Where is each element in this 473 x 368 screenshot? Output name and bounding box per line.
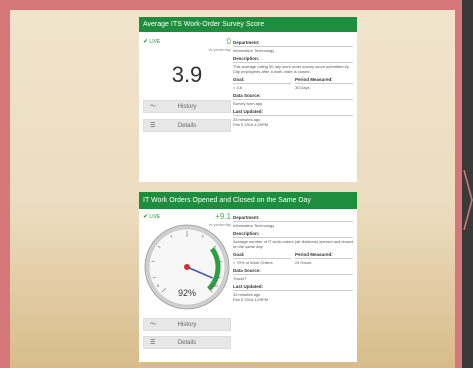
period-field: Period Measured: 30 Days (295, 77, 353, 90)
card-info-panel: Department: Information Technology Descr… (233, 40, 353, 130)
card-title[interactable]: Average ITS Work-Order Survey Score (139, 17, 357, 32)
goal-label: Goal: (233, 77, 291, 84)
source-field: Data Source: TrackIT (233, 268, 353, 281)
department-label: Department: (233, 215, 353, 222)
live-label: LIVE (149, 214, 161, 220)
goal-period-row: Goal: > 3.6 Period Measured: 30 Days (233, 77, 353, 90)
details-label: Details (177, 123, 197, 129)
source-field: Data Source: Survey form app (233, 93, 353, 106)
description-label: Description: (233, 231, 353, 238)
history-label: History (177, 104, 197, 110)
gauge-hub (184, 264, 190, 270)
history-label: History (177, 322, 197, 328)
department-value: Information Technology (233, 223, 275, 228)
department-field: Department: Information Technology (233, 40, 353, 53)
goal-period-row: Goal: > 70% of Work Orders Period Measur… (233, 252, 353, 265)
metric-card-same-day: IT Work Orders Opened and Closed on the … (139, 192, 357, 362)
live-indicator: ✔ LIVE (143, 213, 160, 220)
department-value: Information Technology (233, 48, 275, 53)
source-value: Survey form app (233, 101, 263, 106)
details-button[interactable]: ☰ Details (143, 336, 231, 349)
history-button[interactable]: 〜 History (143, 318, 231, 331)
description-field: Description: Average number of IT work-o… (233, 231, 353, 249)
gauge-value: 92% (178, 288, 196, 298)
period-value: 30 Days (295, 85, 310, 90)
goal-field: Goal: > 3.6 (233, 77, 291, 90)
description-value: This average rolling 30 day work-order s… (233, 64, 349, 74)
updated-date: Feb 5 2016 4:29PM (233, 297, 269, 302)
period-field: Period Measured: 24 Hours (295, 252, 353, 265)
details-label: Details (177, 340, 197, 346)
updated-date: Feb 5 2016 4:29PM (233, 122, 269, 127)
department-field: Department: Information Technology (233, 215, 353, 228)
updated-label: Last Updated: (233, 109, 353, 116)
goal-label: Goal: (233, 252, 291, 259)
goal-value: > 70% of Work Orders (233, 260, 273, 265)
card-info-panel: Department: Information Technology Descr… (233, 215, 353, 305)
source-label: Data Source: (233, 93, 353, 100)
description-label: Description: (233, 56, 353, 63)
gauge: 0 100 92% (144, 224, 230, 310)
goal-value: > 3.6 (233, 85, 243, 90)
metric-card-survey-score: Average ITS Work-Order Survey Score ✔ LI… (139, 17, 357, 182)
delta-block: 0 vs yesterday (208, 37, 231, 53)
updated-label: Last Updated: (233, 284, 353, 291)
delta-value: +9.1 (215, 212, 231, 221)
source-value: TrackIT (233, 276, 247, 281)
delta-value: 0 (226, 37, 231, 46)
live-label: LIVE (149, 39, 161, 45)
description-value: Average number of IT work-orders (all di… (233, 239, 353, 249)
goal-field: Goal: > 70% of Work Orders (233, 252, 291, 265)
live-indicator: ✔ LIVE (143, 38, 160, 45)
check-icon: ✔ (143, 214, 149, 220)
updated-field: Last Updated: 33 minutes ago Feb 5 2016 … (233, 284, 353, 302)
card-left-panel: ✔ LIVE 0 vs yesterday 3.9 〜 History ☰ De… (143, 38, 231, 178)
description-field: Description: This average rolling 30 day… (233, 56, 353, 74)
next-arrow-icon[interactable] (462, 170, 473, 230)
card-title[interactable]: IT Work Orders Opened and Closed on the … (139, 192, 357, 209)
period-label: Period Measured: (295, 77, 353, 84)
details-button[interactable]: ☰ Details (143, 119, 231, 132)
gauge-max-label: 100 (211, 283, 218, 288)
department-label: Department: (233, 40, 353, 47)
metric-value: 3.9 (171, 62, 203, 87)
period-value: 24 Hours (295, 260, 312, 265)
source-label: Data Source: (233, 268, 353, 275)
period-label: Period Measured: (295, 252, 353, 259)
updated-field: Last Updated: 33 minutes ago Feb 5 2016 … (233, 109, 353, 127)
delta-subtitle: vs yesterday (208, 47, 231, 52)
check-icon: ✔ (143, 39, 149, 45)
history-button[interactable]: 〜 History (143, 100, 231, 113)
